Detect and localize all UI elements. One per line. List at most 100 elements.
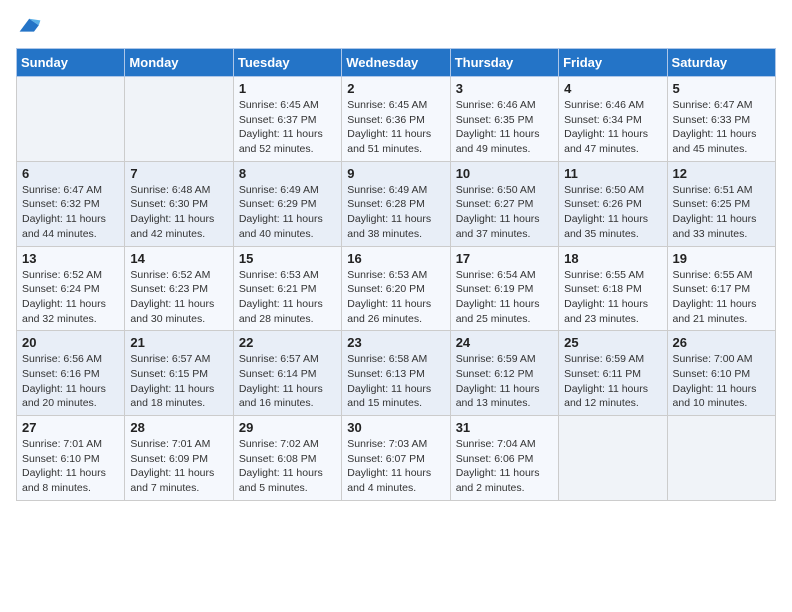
calendar-cell: 1Sunrise: 6:45 AMSunset: 6:37 PMDaylight… [233,77,341,162]
calendar-cell: 23Sunrise: 6:58 AMSunset: 6:13 PMDayligh… [342,331,450,416]
calendar-cell: 12 Sunrise: 6:51 AM Sunset: 6:25 PM Dayligh… [667,161,775,246]
daylight-text: Daylight: 11 hours and 47 minutes. [564,128,648,155]
day-number: 24 [456,335,553,350]
daylight-text: Daylight: 11 hours and 32 minutes. [22,298,106,325]
calendar-cell: 3 Sunrise: 6:46 AM Sunset: 6:35 PM Daylight… [450,77,558,162]
sunrise-text: Sunrise: 6:57 AM [130,353,210,365]
calendar-cell: 11Sunrise: 6:50 AMSunset: 6:26 PMDayligh… [559,161,667,246]
calendar-cell: 7Sunrise: 6:48 AMSunset: 6:30 PMDaylight… [125,161,233,246]
weekday-header-tuesday: Tuesday [233,49,341,77]
day-info: Sunrise: 6:47 AMSunset: 6:33 PMDaylight:… [673,98,770,157]
daylight-text: Daylight: 11 hours and 42 minutes. [130,213,214,240]
daylight-text: Daylight: 11 hours and 2 minutes. [456,467,540,494]
day-info: Sunrise: 6:55 AMSunset: 6:17 PMDaylight:… [673,268,770,327]
sunset-text: Sunset: 6:26 PM [564,198,642,210]
calendar-cell: 21Sunrise: 6:57 AMSunset: 6:15 PMDayligh… [125,331,233,416]
calendar-cell: 28Sunrise: 7:01 AMSunset: 6:09 PMDayligh… [125,416,233,501]
daylight-text: Daylight: 11 hours and 33 minutes. [673,213,757,240]
calendar-cell [17,77,125,162]
day-number: 22 [239,335,336,350]
sunset-text: Sunset: 6:35 PM [456,114,534,126]
day-number: 27 [22,420,119,435]
daylight-text: Daylight: 11 hours and 15 minutes. [347,383,431,410]
sunset-text: Sunset: 6:12 PM [456,368,534,380]
calendar-cell: 27Sunrise: 7:01 AMSunset: 6:10 PMDayligh… [17,416,125,501]
sunset-text: Sunset: 6:19 PM [456,283,534,295]
calendar-cell: 17Sunrise: 6:54 AMSunset: 6:19 PMDayligh… [450,246,558,331]
day-info: Sunrise: 6:56 AMSunset: 6:16 PMDaylight:… [22,352,119,411]
sunset-text: Sunset: 6:16 PM [22,368,100,380]
calendar-table: SundayMondayTuesdayWednesdayThursdayFrid… [16,48,776,501]
sunrise-text: Sunrise: 6:59 AM [456,353,536,365]
daylight-text: Daylight: 11 hours and 40 minutes. [239,213,323,240]
sunrise-text: Sunrise: 6:45 AM [347,99,427,111]
sunrise-text: Sunrise: 6:52 AM [130,269,210,281]
daylight-text: Daylight: 11 hours and 45 minutes. [673,128,757,155]
day-number: 23 [347,335,444,350]
calendar-cell: 15 Sunrise: 6:53 AMSunset: 6:21 PMDayligh… [233,246,341,331]
calendar-cell: 26Sunrise: 7:00 AMSunset: 6:10 PMDayligh… [667,331,775,416]
sunrise-text: Sunrise: 6:50 AM [456,184,536,196]
day-number: 21 [130,335,227,350]
calendar-cell [125,77,233,162]
daylight-text: Daylight: 11 hours and 49 minutes. [456,128,540,155]
day-number: 16 [347,251,444,266]
sunrise-text: Sunrise: 6:49 AM [347,184,427,196]
day-number: 15 [239,251,336,266]
sunset-text: Sunset: 6:32 PM [22,198,100,210]
sunset-text: Sunset: 6:07 PM [347,453,425,465]
day-number: 20 [22,335,119,350]
logo [16,16,42,36]
week-row-3: 13Sunrise: 6:52 AMSunset: 6:24 PMDayligh… [17,246,776,331]
day-number: 5 [673,81,770,96]
calendar-cell: 10Sunrise: 6:50 AMSunset: 6:27 PMDayligh… [450,161,558,246]
sunrise-text: Sunrise: 6:46 AM [456,99,536,111]
sunrise-text: Sunrise: 6:48 AM [130,184,210,196]
page-header [16,16,776,36]
day-number: 9 [347,166,444,181]
sunrise-text: Sunrise: 6:59 AM [564,353,644,365]
day-info: Sunrise: 7:04 AMSunset: 6:06 PMDaylight:… [456,437,553,496]
daylight-text: Daylight: 11 hours and 16 minutes. [239,383,323,410]
daylight-text: Daylight: 11 hours and 37 minutes. [456,213,540,240]
day-info: Sunrise: 6:59 AMSunset: 6:12 PMDaylight:… [456,352,553,411]
day-number: 3 [456,81,553,96]
sunrise-text: Sunrise: 6:47 AM [673,99,753,111]
day-number: 29 [239,420,336,435]
sunrise-text: Sunrise: 6:52 AM [22,269,102,281]
calendar-cell: 2Sunrise: 6:45 AMSunset: 6:36 PMDaylight… [342,77,450,162]
sunset-text: Sunset: 6:28 PM [347,198,425,210]
sunrise-text: Sunrise: 7:03 AM [347,438,427,450]
sunrise-text: Sunrise: 7:00 AM [673,353,753,365]
calendar-cell: 19Sunrise: 6:55 AMSunset: 6:17 PMDayligh… [667,246,775,331]
day-info: Sunrise: 6:59 AMSunset: 6:11 PMDaylight:… [564,352,661,411]
week-row-1: 1Sunrise: 6:45 AMSunset: 6:37 PMDaylight… [17,77,776,162]
calendar-cell: 18Sunrise: 6:55 AMSunset: 6:18 PMDayligh… [559,246,667,331]
day-info: Sunrise: 6:49 AMSunset: 6:29 PMDaylight:… [239,183,336,242]
sunset-text: Sunset: 6:23 PM [130,283,208,295]
calendar-cell: 24Sunrise: 6:59 AMSunset: 6:12 PMDayligh… [450,331,558,416]
sunset-text: Sunset: 6:25 PM [673,198,751,210]
daylight-text: Daylight: 11 hours and 8 minutes. [22,467,106,494]
day-number: 28 [130,420,227,435]
day-info: Sunrise: 6:53 AMSunset: 6:21 PMDaylight:… [239,268,336,327]
sunset-text: Sunset: 6:11 PM [564,368,641,380]
sunset-text: Sunset: 6:10 PM [673,368,751,380]
day-number: 25 [564,335,661,350]
day-info: Sunrise: 6:50 AMSunset: 6:26 PMDaylight:… [564,183,661,242]
sunset-text: Sunset: 6:10 PM [22,453,100,465]
calendar-cell: 8Sunrise: 6:49 AMSunset: 6:29 PMDaylight… [233,161,341,246]
daylight-text: Daylight: 11 hours and 35 minutes. [564,213,648,240]
day-info: Sunrise: 6:57 AMSunset: 6:14 PMDaylight:… [239,352,336,411]
daylight-text: Daylight: 11 hours and 21 minutes. [673,298,757,325]
daylight-text: Daylight: 11 hours and 51 minutes. [347,128,431,155]
calendar-cell [559,416,667,501]
sunrise-text: Sunrise: 6:51 AM [673,184,753,196]
daylight-text: Daylight: 11 hours and 28 minutes. [239,298,323,325]
sunrise-text: Sunrise: 6:57 AM [239,353,319,365]
day-info: Sunrise: 6:46 AM Sunset: 6:35 PM Daylight:… [456,98,553,157]
logo-icon [18,16,42,36]
weekday-header-wednesday: Wednesday [342,49,450,77]
day-number: 12 [673,166,770,181]
day-number: 13 [22,251,119,266]
